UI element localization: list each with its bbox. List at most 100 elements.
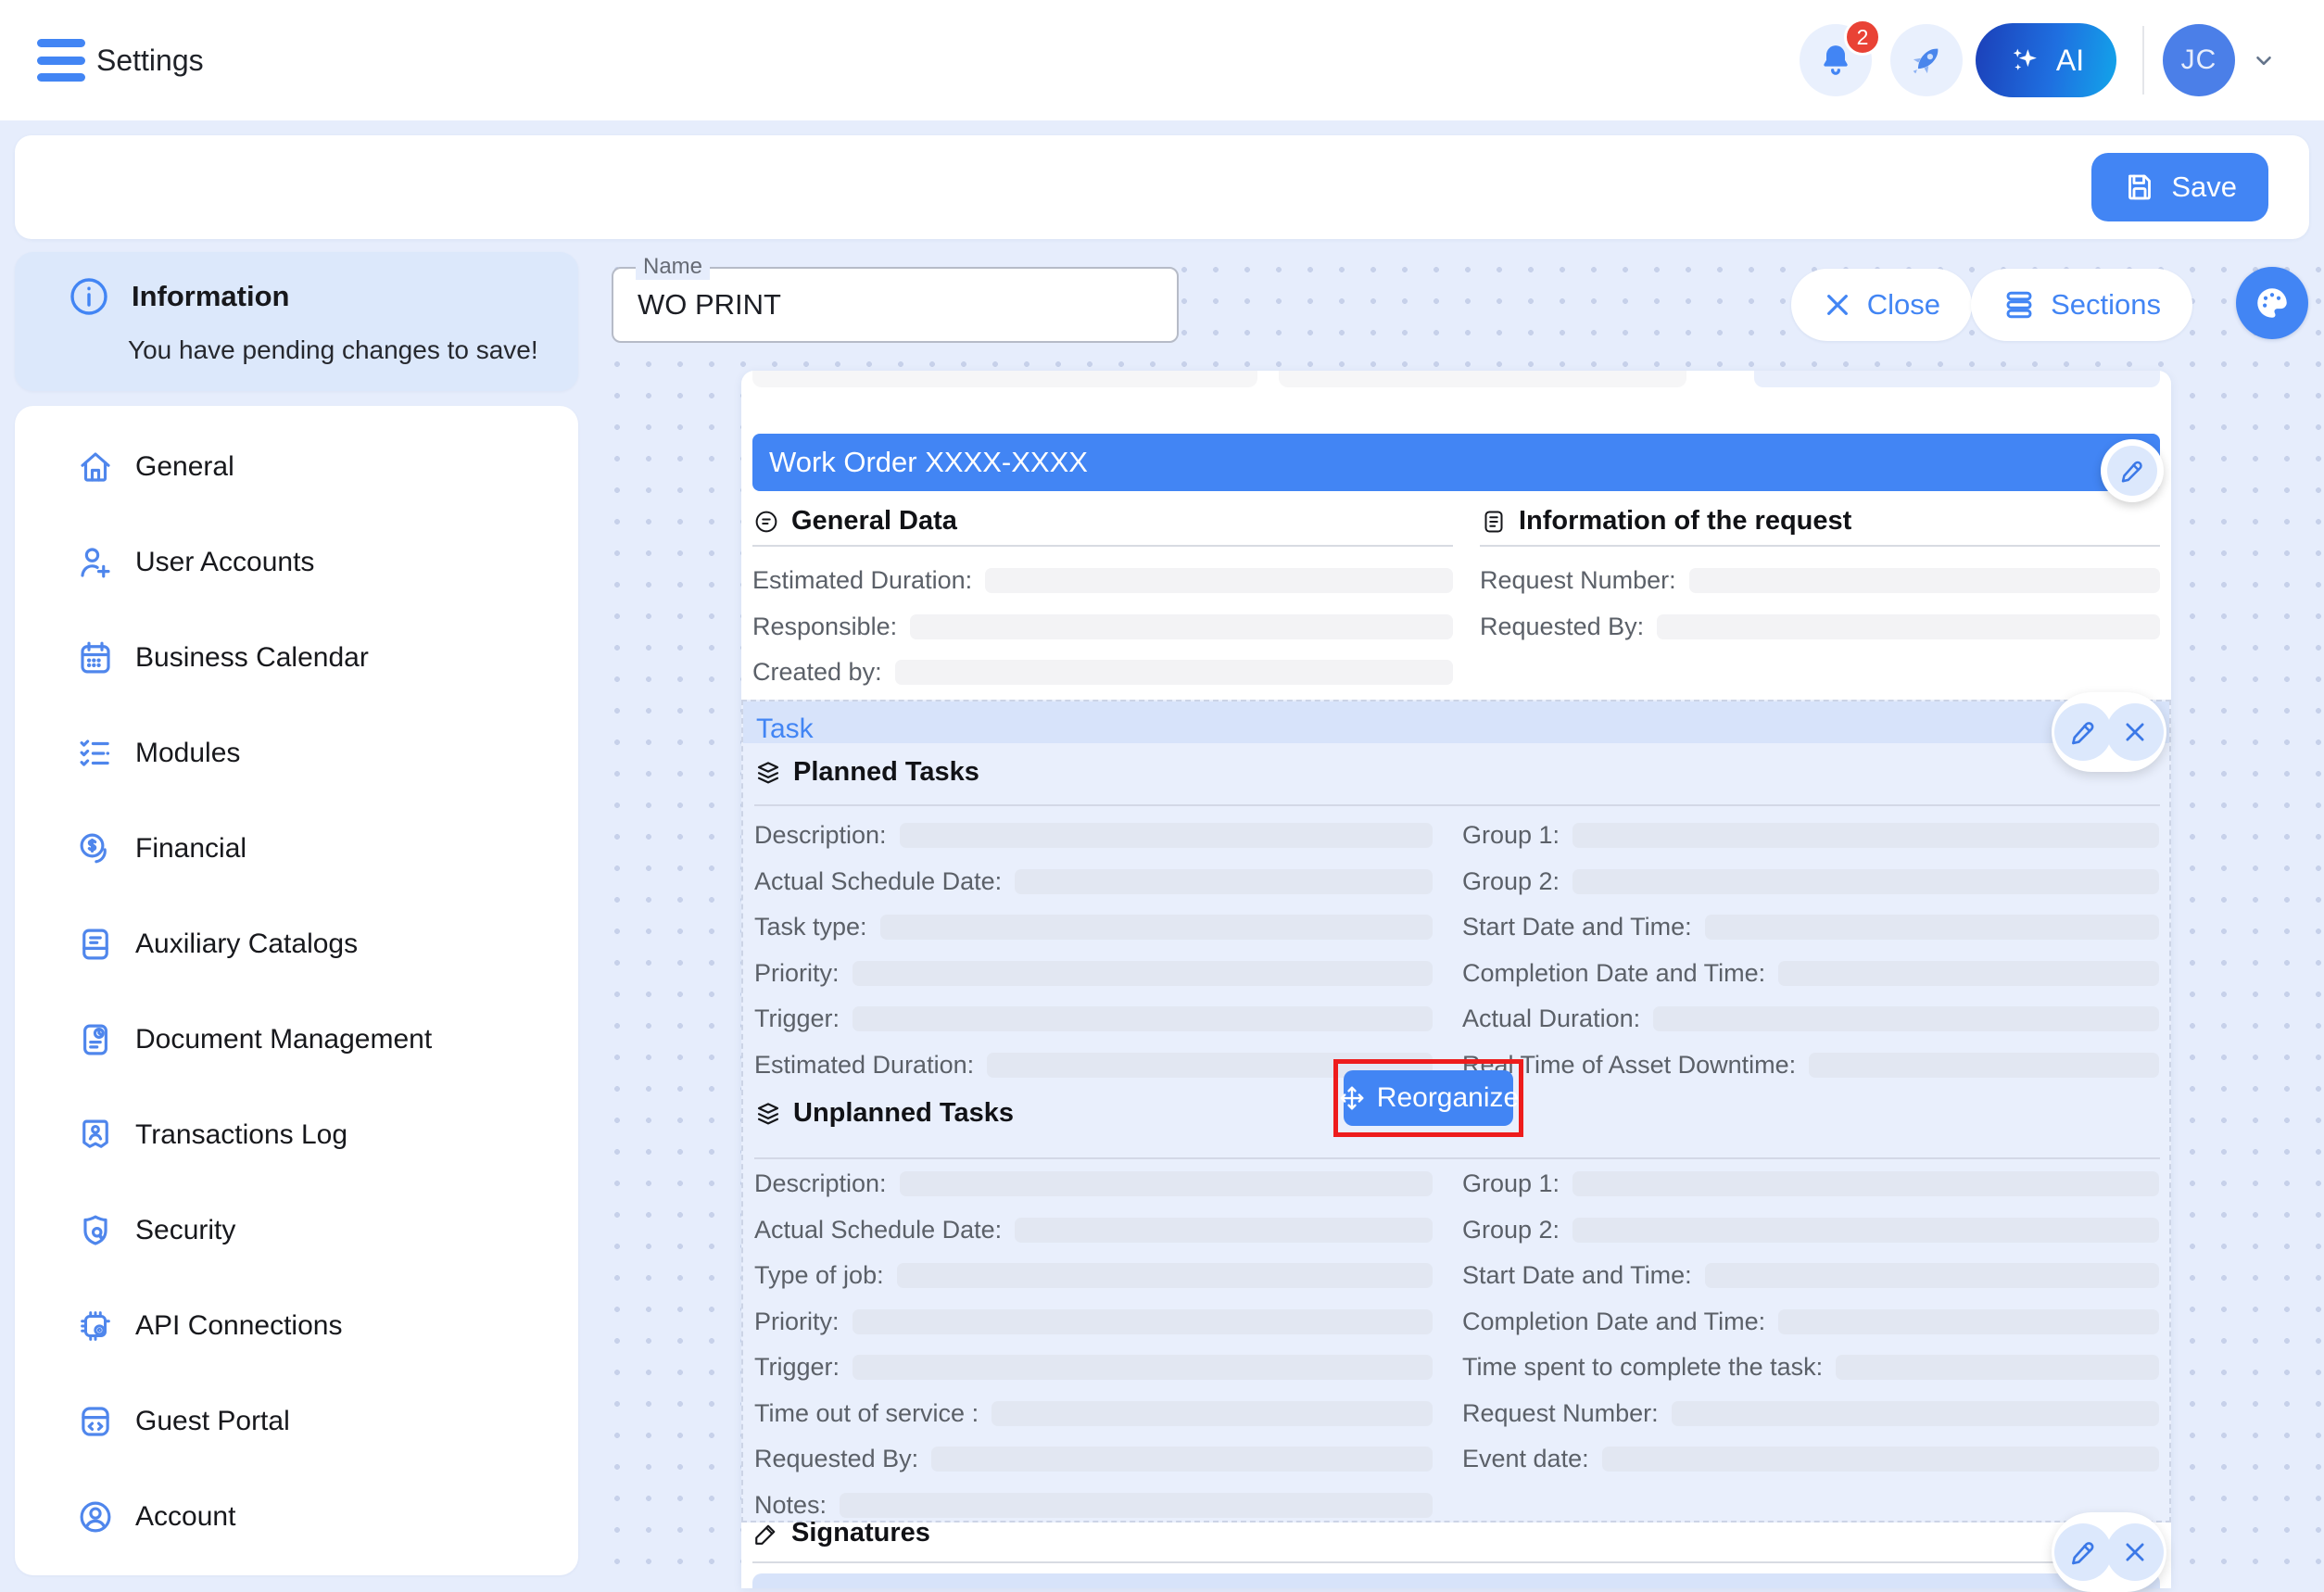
sections-button[interactable]: Sections bbox=[1971, 269, 2192, 341]
sidebar-item-financial[interactable]: Financial bbox=[15, 801, 578, 896]
field-placeholder-bar bbox=[985, 568, 1453, 593]
reorganize-button-label: Reorganize bbox=[1377, 1082, 1519, 1114]
topbar-divider bbox=[2142, 26, 2144, 95]
close-icon bbox=[1823, 290, 1852, 320]
remove-task-section-button[interactable] bbox=[2106, 703, 2164, 761]
field-placeholder-bar bbox=[1657, 614, 2160, 639]
field-placeholder-bar bbox=[1653, 1006, 2159, 1031]
field-placeholder-bar bbox=[853, 1309, 1433, 1334]
edit-task-section-button[interactable] bbox=[2054, 703, 2112, 761]
request-info-header: Information of the request bbox=[1480, 506, 1851, 537]
field-placeholder-bar bbox=[931, 1447, 1433, 1472]
remove-signatures-button[interactable] bbox=[2106, 1523, 2164, 1581]
sidebar-item-api-connections[interactable]: API Connections bbox=[15, 1278, 578, 1373]
portal-code-icon bbox=[76, 1402, 115, 1441]
notifications-button[interactable]: 2 bbox=[1800, 24, 1872, 96]
task-section[interactable]: Task Planned Tasks Description: Actual S… bbox=[741, 700, 2171, 1523]
field-row: Estimated Duration: bbox=[754, 1042, 1433, 1089]
field-placeholder-bar bbox=[840, 1493, 1433, 1518]
sidebar-item-account[interactable]: Account bbox=[15, 1469, 578, 1564]
chip-gear-icon bbox=[76, 1307, 115, 1346]
sidebar-item-label: API Connections bbox=[135, 1310, 342, 1342]
close-button[interactable]: Close bbox=[1791, 269, 1972, 341]
clipped-placeholder-block bbox=[1754, 371, 2160, 387]
field-placeholder-bar bbox=[1015, 869, 1433, 894]
reorganize-highlight-box: Reorganize bbox=[1333, 1059, 1523, 1137]
field-row: Completion Date and Time: bbox=[1462, 1299, 2159, 1346]
field-placeholder-bar bbox=[1672, 1401, 2159, 1426]
sections-icon bbox=[2002, 288, 2036, 322]
next-section-clipped-bar bbox=[752, 1573, 2160, 1588]
close-button-label: Close bbox=[1867, 288, 1940, 322]
edit-header-button[interactable] bbox=[2101, 439, 2164, 502]
field-placeholder-bar bbox=[1809, 1053, 2159, 1078]
field-row: Time out of service : bbox=[754, 1391, 1433, 1437]
chevron-down-icon[interactable] bbox=[2250, 48, 2278, 72]
sparkles-icon bbox=[2008, 43, 2043, 78]
sidebar-item-label: User Accounts bbox=[135, 547, 314, 578]
floppy-disk-icon bbox=[2123, 171, 2156, 204]
field-placeholder-bar bbox=[880, 915, 1433, 940]
save-button[interactable]: Save bbox=[2091, 153, 2268, 221]
planned-tasks-header: Planned Tasks bbox=[754, 757, 979, 788]
template-name-field[interactable]: Name bbox=[612, 267, 1179, 343]
sidebar-item-guest-portal[interactable]: Guest Portal bbox=[15, 1373, 578, 1469]
data-circle-icon bbox=[752, 508, 780, 536]
field-row: Actual Schedule Date: bbox=[754, 859, 1433, 905]
planned-tasks-left-fields: Description: Actual Schedule Date: Task … bbox=[754, 813, 1433, 1088]
sidebar-item-transactions-log[interactable]: Transactions Log bbox=[15, 1087, 578, 1182]
field-row: Request Number: bbox=[1480, 558, 2160, 604]
sidebar-item-label: General bbox=[135, 451, 234, 483]
field-placeholder-bar bbox=[1705, 1263, 2159, 1288]
task-section-toolbar bbox=[2052, 692, 2166, 772]
field-placeholder-bar bbox=[897, 1263, 1433, 1288]
ai-button-label: AI bbox=[2056, 44, 2084, 78]
page-title: Settings bbox=[96, 44, 204, 78]
sidebar-item-auxiliary-catalogs[interactable]: Auxiliary Catalogs bbox=[15, 896, 578, 992]
sections-button-label: Sections bbox=[2051, 288, 2161, 322]
field-placeholder-bar bbox=[1689, 568, 2160, 593]
user-circle-icon bbox=[76, 1497, 115, 1536]
edit-signatures-button[interactable] bbox=[2054, 1523, 2112, 1581]
field-placeholder-bar bbox=[900, 823, 1433, 848]
theme-button[interactable] bbox=[2236, 267, 2308, 339]
sidebar-item-security[interactable]: Security bbox=[15, 1182, 578, 1278]
task-section-title-bar: Task bbox=[743, 701, 2169, 743]
palette-icon bbox=[2253, 284, 2292, 322]
layers-icon bbox=[754, 759, 782, 787]
ai-assistant-button[interactable]: AI bbox=[1976, 23, 2116, 97]
avatar[interactable]: JC bbox=[2163, 24, 2235, 96]
sidebar-item-label: Financial bbox=[135, 833, 246, 865]
work-order-header-section[interactable]: Work Order XXXX-XXXX bbox=[752, 434, 2160, 491]
shield-icon bbox=[76, 1211, 115, 1250]
field-row: Description: bbox=[754, 813, 1433, 859]
field-row: Created by: bbox=[752, 650, 1453, 696]
field-placeholder-bar bbox=[991, 1401, 1433, 1426]
field-row: Event date: bbox=[1462, 1436, 2159, 1483]
checklist-icon bbox=[76, 734, 115, 773]
reorganize-button[interactable]: Reorganize bbox=[1344, 1070, 1513, 1126]
pencil-icon bbox=[2068, 717, 2098, 747]
sidebar-item-general[interactable]: General bbox=[15, 419, 578, 514]
sidebar-item-label: Business Calendar bbox=[135, 642, 369, 674]
menu-icon[interactable] bbox=[37, 39, 85, 82]
field-placeholder-bar bbox=[1572, 869, 2159, 894]
field-placeholder-bar bbox=[1572, 1171, 2159, 1196]
pencil-icon bbox=[2068, 1537, 2098, 1567]
sidebar-item-document-management[interactable]: Document Management bbox=[15, 992, 578, 1087]
field-row: Group 1: bbox=[1462, 1161, 2159, 1207]
sidebar-item-modules[interactable]: Modules bbox=[15, 705, 578, 801]
request-info-fields: Request Number: Requested By: bbox=[1480, 558, 2160, 650]
field-placeholder-bar bbox=[1836, 1355, 2159, 1380]
info-title: Information bbox=[132, 280, 290, 313]
unplanned-tasks-header: Unplanned Tasks bbox=[754, 1098, 1014, 1129]
sidebar-item-business-calendar[interactable]: Business Calendar bbox=[15, 610, 578, 705]
sidebar-item-user-accounts[interactable]: User Accounts bbox=[15, 514, 578, 610]
field-row: Group 2: bbox=[1462, 859, 2159, 905]
field-placeholder-bar bbox=[853, 961, 1433, 986]
print-template-preview[interactable]: Work Order XXXX-XXXX General Data Inform… bbox=[741, 371, 2171, 1588]
whats-new-button[interactable] bbox=[1890, 24, 1963, 96]
field-row: Description: bbox=[754, 1161, 1433, 1207]
rocket-icon bbox=[1906, 40, 1947, 81]
field-placeholder-bar bbox=[1572, 823, 2159, 848]
